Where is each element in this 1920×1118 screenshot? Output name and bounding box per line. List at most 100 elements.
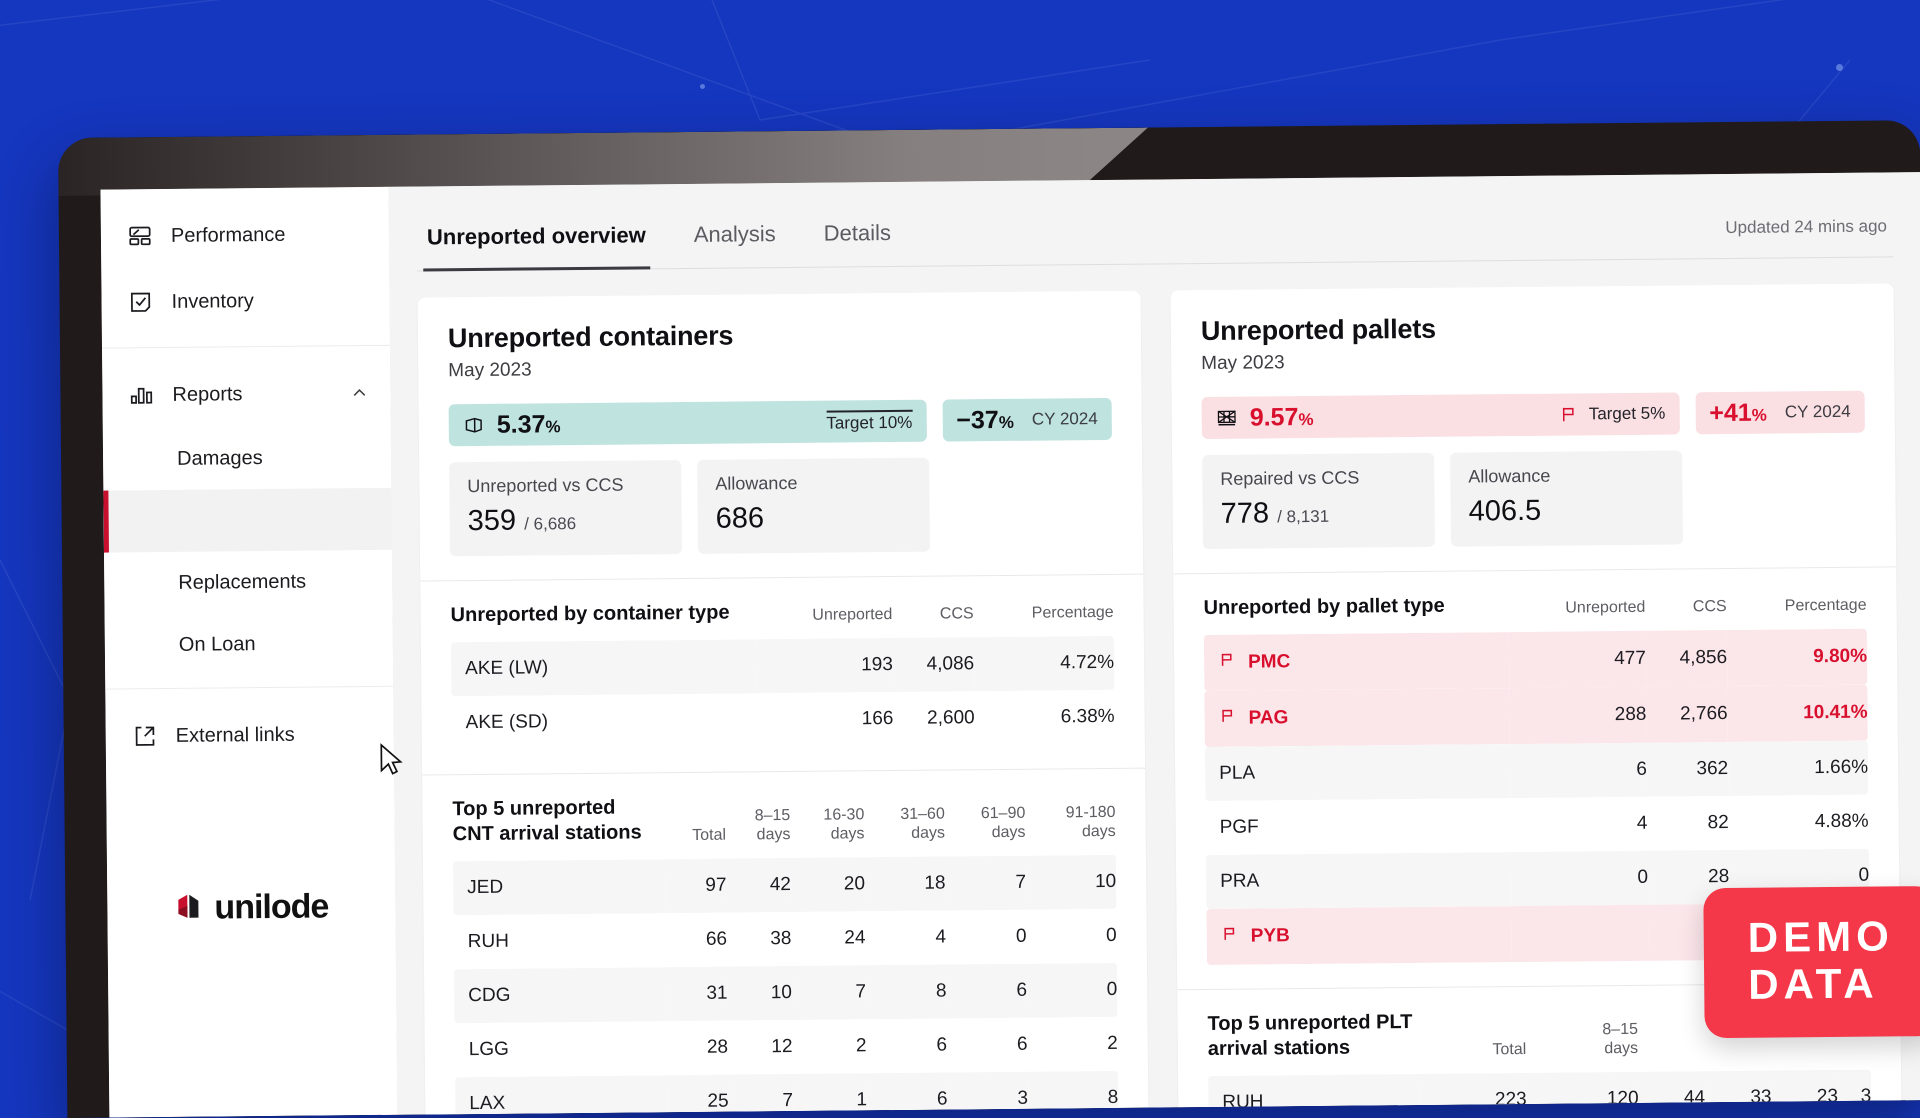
table-header-row: Unreported by pallet type Unreported CCS… [1203, 590, 1866, 635]
kpi-target-label: Target 5% [1589, 404, 1666, 425]
stat-label: Repaired vs CCS [1220, 467, 1416, 490]
column-header: Percentage [974, 597, 1114, 637]
column-header: Total [664, 795, 726, 860]
row-cell: 38 [727, 912, 792, 967]
tab-details[interactable]: Details [820, 220, 896, 268]
row-label: PRA [1206, 852, 1511, 909]
row-cell: 193 [756, 638, 893, 693]
table-row[interactable]: PAG 288 2,766 10.41% [1204, 685, 1868, 747]
sidebar-subitem-label: Damages [177, 447, 263, 471]
sidebar-item-reports[interactable]: Reports [102, 360, 391, 429]
table-row[interactable]: RUH 66 38 24 4 0 0 [453, 909, 1116, 969]
top5-cnt-arrival-stations-table: Top 5 unreported CNT arrival stations To… [452, 791, 1118, 1118]
row-cell: 120 [1526, 1072, 1638, 1118]
table-row[interactable]: RUH 223 120 44 33 23 3 [1208, 1070, 1871, 1118]
table-row[interactable]: PLA 6 362 1.66% [1205, 741, 1868, 801]
table-row[interactable]: LGG 28 12 2 6 6 2 [455, 1017, 1118, 1077]
container-type-table-wrap: Unreported by container type Unreported … [420, 575, 1145, 755]
sidebar-item-external-links[interactable]: External links [105, 701, 394, 770]
row-cell: 8 [866, 965, 947, 1020]
sidebar-item-label: External links [176, 723, 372, 748]
row-label: PLA [1205, 744, 1510, 801]
row-cell: 166 [756, 692, 893, 747]
table-row[interactable]: LAX 25 7 1 6 3 8 [455, 1071, 1118, 1118]
row-cell [1511, 905, 1648, 962]
stat-label: Allowance [1468, 465, 1664, 488]
row-cell: 4,086 [893, 637, 975, 692]
container-icon [463, 414, 485, 436]
column-header: 16-30 days [790, 793, 865, 858]
table-row[interactable]: AKE (LW) 193 4,086 4.72% [451, 636, 1114, 696]
table-row[interactable]: PMC 477 4,856 9.80% [1204, 629, 1868, 691]
demo-data-badge: DEMO DATA [1703, 886, 1920, 1038]
row-cell: 4.88% [1728, 795, 1868, 850]
flag-icon [1221, 925, 1239, 949]
row-cell: 288 [1509, 687, 1646, 744]
sidebar-item-replacements[interactable]: Replacements [104, 550, 393, 615]
row-cell: 66 [666, 913, 728, 968]
row-label: RUH [453, 913, 666, 969]
column-header: CCS [892, 598, 974, 638]
row-cell: 24 [791, 911, 866, 966]
main-content: Unreported overview Analysis Details Upd… [388, 172, 1920, 1115]
decorative-dot [1836, 64, 1843, 71]
flag-icon [1558, 403, 1580, 425]
kpi-delta-value: −37% [956, 405, 1014, 435]
table-row[interactable]: PGF 4 82 4.88% [1205, 795, 1868, 855]
row-cell: 82 [1647, 796, 1729, 851]
stat-value: 778 / 8,131 [1221, 496, 1417, 531]
sidebar-item-on-loan[interactable]: On Loan [105, 612, 394, 677]
card-title: Unreported containers [448, 317, 1111, 354]
unilode-logo-mark [174, 891, 208, 925]
sidebar-item-performance[interactable]: Performance [101, 201, 390, 270]
row-cell: 2,600 [893, 691, 975, 746]
decorative-dot [700, 84, 705, 89]
table-body: RUH 223 120 44 33 23 3 JED [1208, 1070, 1872, 1118]
stat-label: Unreported vs CCS [467, 474, 663, 497]
row-cell: 0 [1026, 909, 1117, 964]
kpi-chip-yoy: −37% CY 2024 [942, 398, 1112, 442]
tab-analysis[interactable]: Analysis [690, 221, 780, 269]
table-row[interactable]: JED 97 42 20 18 7 10 [453, 855, 1116, 915]
row-cell: 12 [728, 1020, 793, 1075]
table-header-row: Unreported by container type Unreported … [450, 597, 1113, 642]
row-label: PYB [1206, 906, 1511, 965]
app-screen: Performance Inventory [100, 172, 1920, 1117]
kpi-chip-unreported-rate: 9.57% Target 5% [1202, 392, 1680, 439]
row-cell: 97 [665, 859, 727, 914]
row-cell: 4 [865, 911, 946, 966]
brand-logo: unilode [107, 887, 395, 929]
kpi-chip-row: 9.57% Target 5% [1202, 391, 1865, 439]
stat-label: Allowance [715, 472, 911, 495]
sidebar-subitem-label: Replacements [178, 570, 306, 594]
tab-unreported-overview[interactable]: Unreported overview [423, 222, 650, 271]
sidebar-subitem-label: On Loan [179, 633, 256, 657]
row-cell: 6 [946, 964, 1027, 1019]
row-label: JED [453, 859, 666, 915]
row-cell: 7 [728, 1074, 793, 1118]
row-cell: 0 [1511, 851, 1648, 906]
cards-row: Unreported containers May 2023 [417, 257, 1902, 1117]
row-cell: 0 [1027, 963, 1118, 1018]
row-cell: 44 [1638, 1071, 1705, 1117]
row-cell: 6 [867, 1073, 948, 1118]
row-cell: 477 [1509, 631, 1646, 688]
sidebar-item-active-report[interactable] [103, 488, 392, 553]
table-row[interactable]: CDG 31 10 7 8 6 0 [454, 963, 1117, 1023]
table-row[interactable]: AKE (SD) 166 2,600 6.38% [451, 690, 1114, 750]
chevron-up-icon[interactable] [350, 384, 368, 402]
column-header: 8–15 days [726, 794, 791, 859]
row-cell: 6 [1510, 743, 1647, 798]
demo-badge-line2: DATA [1748, 959, 1894, 1007]
row-cell: 18 [865, 857, 946, 912]
unreported-by-container-type-table: Unreported by container type Unreported … [450, 597, 1114, 750]
card-title: Unreported pallets [1201, 310, 1864, 347]
row-cell: 10 [727, 966, 792, 1021]
row-cell: 20 [791, 857, 866, 912]
row-label-text: PYB [1251, 925, 1290, 947]
stat-allowance: Allowance 686 [697, 458, 930, 554]
sidebar-item-damages[interactable]: Damages [103, 426, 392, 491]
row-cell: 9.80% [1727, 629, 1867, 686]
sidebar: Performance Inventory [100, 187, 398, 1118]
sidebar-item-inventory[interactable]: Inventory [101, 267, 390, 336]
